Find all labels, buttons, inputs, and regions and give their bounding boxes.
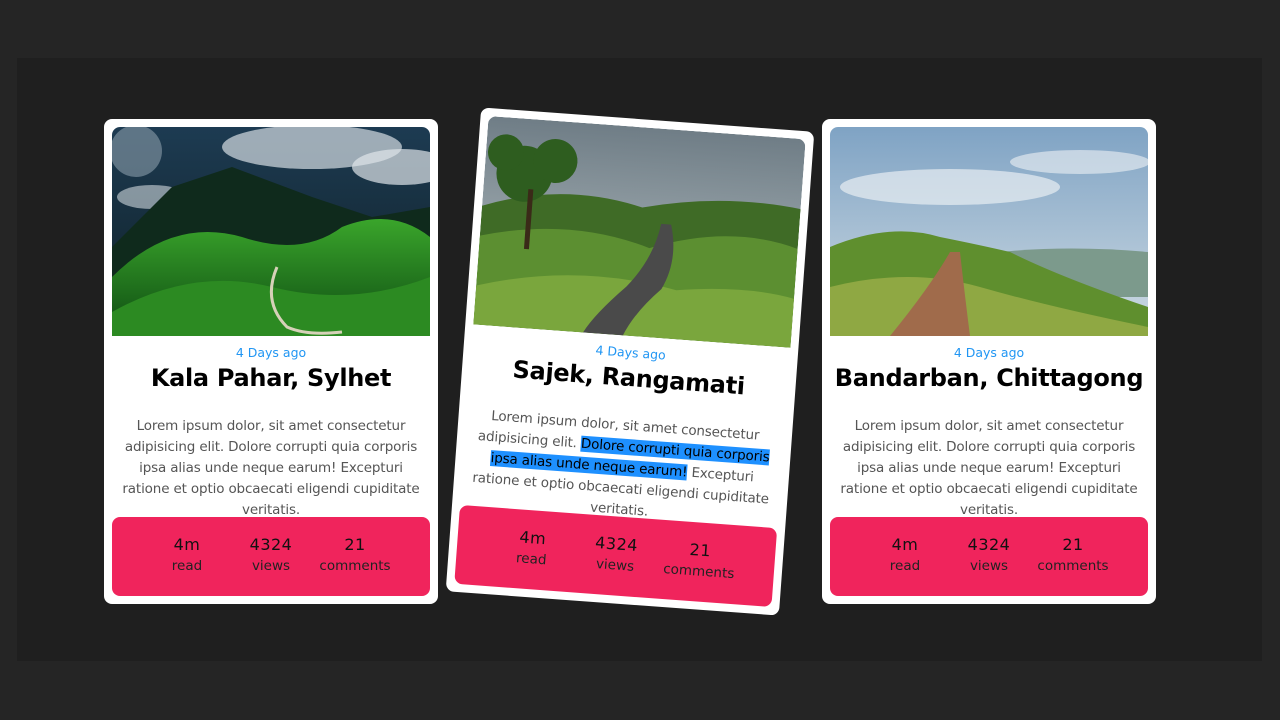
stat-value: 4m bbox=[173, 535, 201, 554]
card-image bbox=[473, 115, 806, 348]
stat-label: views bbox=[969, 558, 1009, 574]
stat-label: comments bbox=[662, 561, 735, 583]
stat-value: 21 bbox=[1062, 535, 1084, 554]
card-description: Lorem ipsum dolor, sit amet consectetur … bbox=[122, 418, 420, 518]
hilltop-dirt-road-image bbox=[830, 127, 1148, 336]
stat-views: 4324 views bbox=[947, 535, 1031, 596]
stat-value: 4m bbox=[518, 527, 547, 549]
stat-label: read bbox=[515, 550, 547, 569]
blog-card-bandarban[interactable]: 4 Days ago Bandarban, Chittagong Lorem i… bbox=[822, 119, 1156, 604]
stat-read: 4m read bbox=[487, 525, 575, 592]
winding-road-hills-image bbox=[473, 115, 806, 348]
card-stats-bar: 4m read 4324 views 21 comments bbox=[830, 517, 1148, 596]
stat-views: 4324 views bbox=[571, 531, 659, 598]
stat-value: 4m bbox=[891, 535, 919, 554]
card-image bbox=[830, 127, 1148, 336]
stat-value: 4324 bbox=[249, 535, 293, 554]
card-title: Kala Pahar, Sylhet bbox=[150, 364, 392, 392]
stat-label: comments bbox=[1037, 558, 1109, 574]
stat-read: 4m read bbox=[863, 535, 947, 596]
card-title: Bandarban, Chittagong bbox=[834, 364, 1144, 392]
stat-label: comments bbox=[319, 558, 391, 574]
stat-views: 4324 views bbox=[229, 535, 313, 596]
stat-label: read bbox=[171, 558, 203, 574]
stat-value: 21 bbox=[344, 535, 366, 554]
card-stats-bar: 4m read 4324 views 21 comments bbox=[112, 517, 430, 596]
card-image bbox=[112, 127, 430, 336]
card-date: 4 Days ago bbox=[235, 345, 307, 360]
stat-comments: 21 comments bbox=[313, 535, 397, 596]
stat-label: read bbox=[889, 558, 921, 574]
card-description: Lorem ipsum dolor, sit amet consectetur … bbox=[840, 418, 1138, 518]
stat-comments: 21 comments bbox=[1031, 535, 1115, 596]
stat-value: 4324 bbox=[594, 532, 639, 556]
stat-value: 21 bbox=[689, 539, 712, 561]
stat-comments: 21 comments bbox=[655, 538, 743, 605]
blog-card-kala-pahar[interactable]: 4 Days ago Kala Pahar, Sylhet Lorem ipsu… bbox=[104, 119, 438, 604]
card-date: 4 Days ago bbox=[953, 345, 1025, 360]
stat-value: 4324 bbox=[967, 535, 1011, 554]
stat-label: views bbox=[251, 558, 291, 574]
stat-read: 4m read bbox=[145, 535, 229, 596]
blog-card-sajek[interactable]: 4 Days ago Sajek, Rangamati Lorem ipsum … bbox=[445, 107, 815, 616]
mountain-tea-garden-image bbox=[112, 127, 430, 336]
stat-label: views bbox=[595, 556, 635, 575]
